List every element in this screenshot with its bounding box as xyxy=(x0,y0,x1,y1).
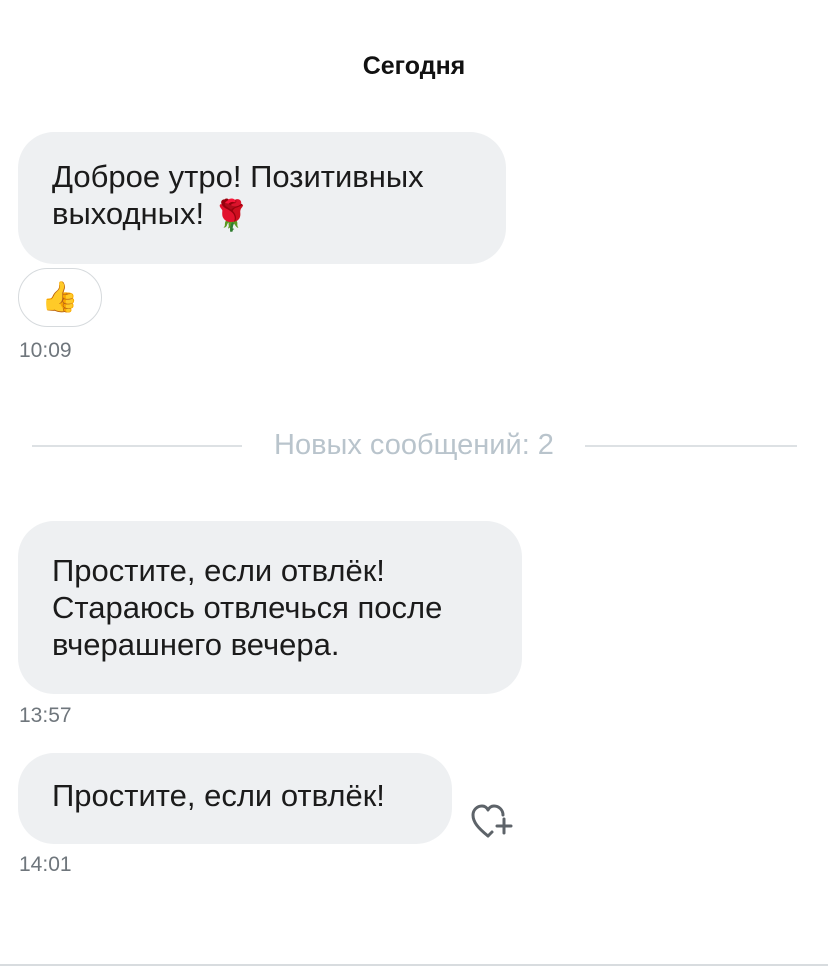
add-reaction-button[interactable] xyxy=(470,802,516,842)
chat-screen: Сегодня Доброе утро! Позитивных выходных… xyxy=(0,0,828,975)
message-time: 10:09 xyxy=(19,339,72,362)
thumbs-up-reaction[interactable]: 👍 xyxy=(18,268,102,327)
bottom-divider xyxy=(0,964,828,966)
divider-line-right xyxy=(585,445,797,447)
message-time: 14:01 xyxy=(19,853,72,876)
rose-emoji: 🌹 xyxy=(212,199,251,233)
message-text-line: Доброе утро! Позитивных xyxy=(52,159,424,194)
message-text-segment: выходных! xyxy=(52,196,213,231)
message-time: 13:57 xyxy=(19,704,72,727)
thumbs-up-icon: 👍 xyxy=(41,281,79,314)
message-bubble-2[interactable]: Простите, если отвлёк! Стараюсь отвлечьс… xyxy=(18,521,522,694)
message-text-line: вчерашнего вечера. xyxy=(52,627,340,662)
message-bubble-3[interactable]: Простите, если отвлёк! xyxy=(18,753,452,844)
message-text-line: Стараюсь отвлечься после xyxy=(52,590,443,625)
new-messages-divider: Новых сообщений: 2 xyxy=(0,426,828,464)
message-bubble-1[interactable]: Доброе утро! Позитивных выходных! 🌹 xyxy=(18,132,506,264)
message-text-line: Простите, если отвлёк! xyxy=(52,778,385,813)
heart-plus-icon xyxy=(471,804,513,838)
date-header: Сегодня xyxy=(362,52,466,80)
message-text-line: выходных! 🌹 xyxy=(52,195,472,234)
message-text-line: Простите, если отвлёк! xyxy=(52,553,385,588)
